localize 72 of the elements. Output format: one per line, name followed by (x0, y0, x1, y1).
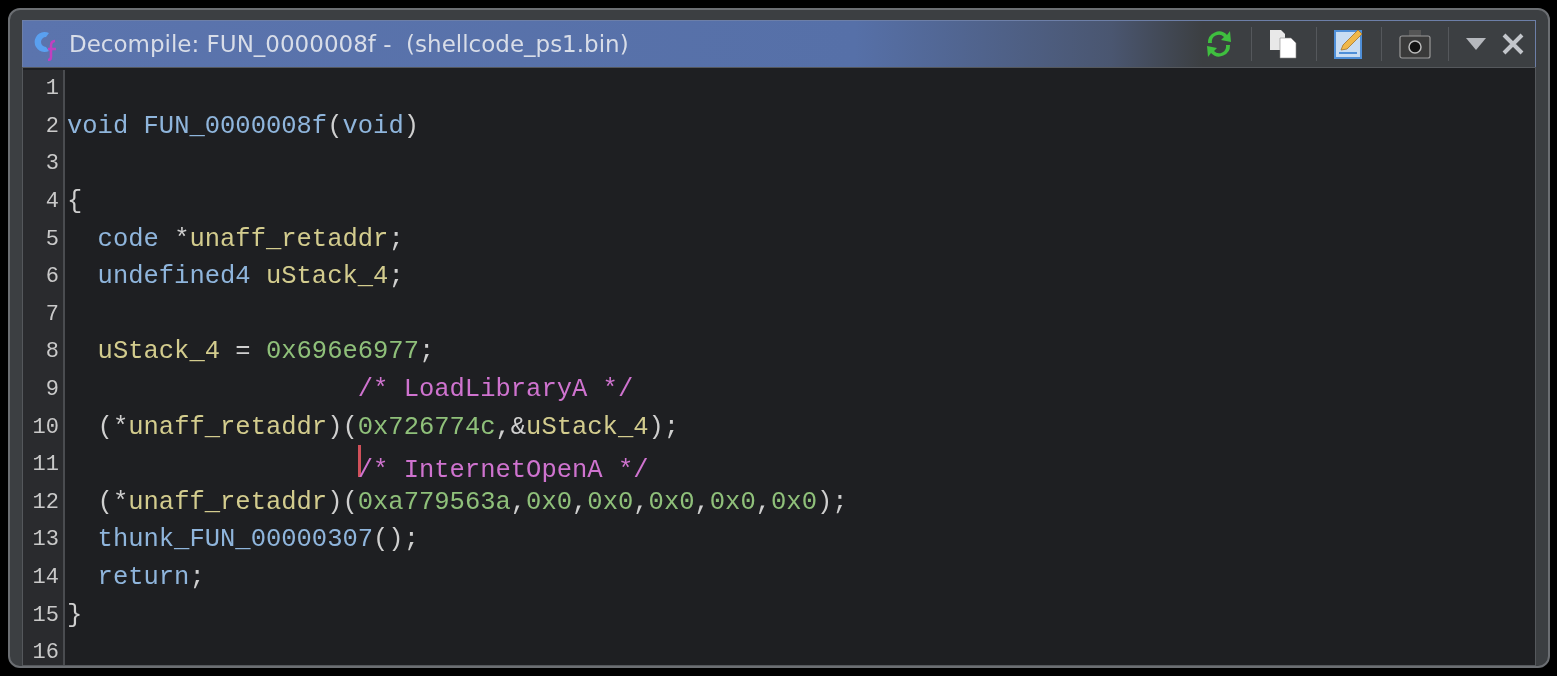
line-number: 5 (45, 226, 59, 252)
code-token: { (67, 187, 83, 217)
line-number: 8 (45, 339, 59, 365)
code-token: ); (816, 487, 848, 517)
copy-icon (1268, 28, 1300, 60)
code-token: uStack_4 (96, 337, 221, 367)
code-token: uStack_4 (264, 262, 389, 292)
code-token: ; (189, 563, 205, 592)
code-token: /* LoadLibraryA */ (356, 375, 634, 405)
line-number: 12 (32, 489, 59, 515)
code-token: 0x0 (526, 487, 573, 517)
dropdown-caret-icon (1465, 37, 1487, 51)
code-token: (); (373, 525, 419, 555)
code-token: unaff_retaddr (128, 487, 328, 517)
code-token: )( (327, 412, 358, 442)
code-token: void (342, 111, 404, 141)
code-token: ) (403, 111, 419, 141)
code-token: , (572, 487, 588, 517)
code-token: 0x0 (648, 487, 695, 517)
code-token: * (173, 224, 190, 254)
line-number: 6 (45, 264, 59, 290)
code-token: (* (96, 487, 129, 517)
code-token: 0x0 (709, 487, 756, 517)
camera-icon (1398, 28, 1432, 60)
code-token: 0xa779563a (357, 487, 511, 517)
code-token: thunk_FUN_00000307 (96, 525, 374, 555)
menu-button[interactable] (1465, 37, 1487, 51)
code-token: (* (96, 412, 129, 442)
line-number: 14 (32, 565, 59, 590)
code-token: , (633, 487, 649, 517)
code-token: ; (419, 337, 435, 367)
code-token: void (67, 111, 129, 141)
line-number: 1 (45, 76, 59, 102)
code-token: , (755, 487, 772, 517)
code-token: 0x0 (587, 487, 634, 517)
window-title: Decompile: FUN_0000008f - (shellcode_ps1.bin) (69, 31, 630, 57)
code-token: ; (388, 262, 404, 292)
line-number: 3 (45, 151, 59, 177)
code-token: 0x696e6977 (265, 337, 419, 367)
code-token: ( (327, 111, 343, 141)
line-number: 13 (32, 527, 59, 553)
code-token: return (96, 563, 190, 592)
code-token: , (510, 487, 527, 517)
code-token: )( (327, 487, 358, 517)
code-token: ); (648, 412, 680, 442)
line-number: 4 (45, 189, 59, 215)
snapshot-button[interactable] (1398, 28, 1432, 60)
code-token: ,& (495, 412, 527, 442)
edit-button[interactable] (1333, 28, 1365, 60)
line-number: 16 (32, 640, 59, 665)
code-token: uStack_4 (526, 412, 649, 442)
code-token: 0x726774c (357, 412, 496, 442)
copy-button[interactable] (1268, 28, 1300, 60)
edit-icon (1333, 28, 1365, 60)
line-number: 7 (45, 301, 59, 327)
code-token: 0x0 (771, 487, 817, 517)
code-token: } (67, 600, 83, 630)
code-token: unaff_retaddr (128, 412, 328, 442)
line-number: 2 (45, 113, 59, 139)
code-token: unaff_retaddr (189, 224, 389, 254)
code-token: FUN_0000008f (142, 111, 328, 141)
line-number: 15 (32, 602, 59, 628)
code-token: code (96, 224, 159, 254)
close-icon (1501, 32, 1525, 56)
code-token: = (234, 337, 252, 367)
line-number: 11 (32, 452, 59, 478)
line-number: 10 (32, 414, 59, 440)
close-button[interactable] (1501, 32, 1525, 56)
code-token: undefined4 (96, 262, 251, 292)
code-token: ; (388, 224, 404, 254)
code-token: , (694, 487, 710, 517)
line-number: 9 (45, 377, 59, 403)
